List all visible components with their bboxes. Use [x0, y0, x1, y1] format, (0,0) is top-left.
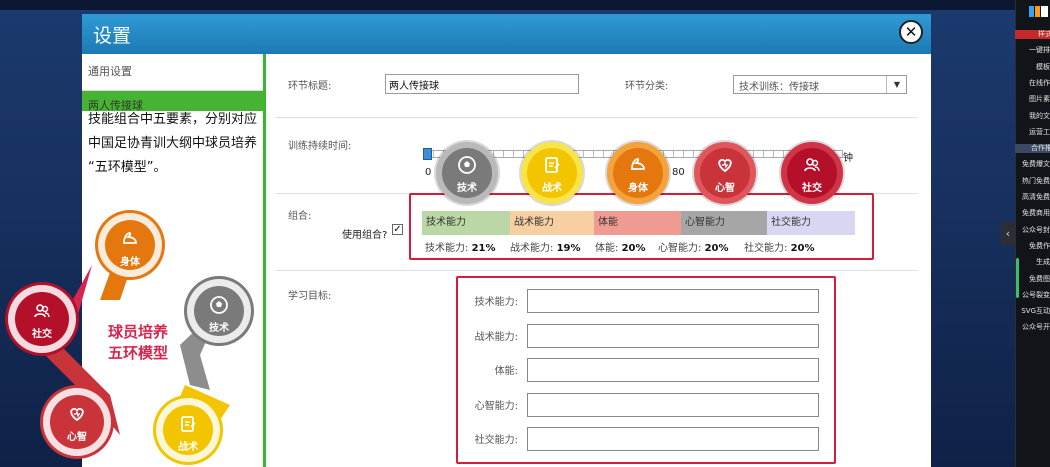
form-divider	[275, 117, 918, 118]
sidebar-item[interactable]: 热门免费	[1015, 177, 1050, 186]
annotation-text: 技能组合中五要素，分别对应 中国足协青训大纲中球员培养 “五环模型”。	[88, 108, 288, 180]
sidebar-item[interactable]: 免费爆文	[1015, 160, 1050, 169]
sidebar-item[interactable]: 高清免费	[1015, 193, 1050, 202]
use-combo-label: 使用组合?	[342, 230, 388, 241]
ball-icon	[194, 295, 244, 319]
element-circle-label: 技术	[457, 183, 477, 194]
chevron-down-icon[interactable]: ▼	[886, 76, 907, 93]
sidebar-item[interactable]: 我的文	[1015, 112, 1050, 121]
model-node: 身体	[98, 213, 162, 277]
title-input[interactable]: 两人传接球	[385, 74, 579, 94]
close-button[interactable]: ✕	[899, 20, 923, 44]
category-label: 环节分类:	[625, 81, 669, 92]
dialog-header	[82, 14, 931, 54]
sidebar-item[interactable]: 样式	[1015, 30, 1050, 39]
title-label: 环节标题:	[288, 81, 332, 92]
element-circle-label: 心智	[715, 183, 735, 194]
ball-icon	[442, 155, 492, 179]
dialog-title: 设置	[93, 25, 132, 47]
nav-item-general[interactable]: 通用设置	[88, 63, 132, 79]
sidebar-item[interactable]: 模板	[1015, 63, 1050, 72]
sidebar-scrollbar[interactable]	[1016, 258, 1019, 298]
element-circle-label: 战术	[542, 183, 562, 194]
duration-label: 训练持续时间:	[288, 141, 352, 152]
model-node: 战术	[156, 398, 220, 462]
element-circle-label: 身体	[628, 183, 648, 194]
slider-unit-label: 钟	[843, 153, 853, 164]
form-divider	[275, 270, 918, 271]
sidebar-item[interactable]: 公众号开	[1015, 323, 1050, 332]
people-icon	[787, 155, 837, 179]
slider-mid-label: 80	[672, 167, 685, 178]
sidebar-item[interactable]: 生成	[1015, 258, 1050, 267]
model-node: 心智	[43, 388, 111, 456]
model-title: 球员培养 五环模型	[98, 322, 178, 364]
goals-highlight-box	[456, 276, 836, 464]
element-circle: 战术	[521, 142, 583, 204]
model-title-line-1: 球员培养	[107, 323, 168, 341]
model-node-label: 战术	[178, 442, 198, 453]
annotation-line-3: “五环模型”。	[88, 160, 167, 175]
model-node: 社交	[8, 285, 76, 353]
model-node-label: 心智	[67, 432, 87, 443]
model-node-label: 技术	[209, 323, 229, 334]
sidebar-item[interactable]: 合作推	[1015, 144, 1050, 154]
annotation-line-2: 中国足协青训大纲中球员培养	[88, 136, 258, 151]
sidebar-item[interactable]: 公众号封	[1015, 226, 1050, 235]
goals-label: 学习目标:	[288, 291, 332, 302]
desktop-top-strip	[0, 0, 1015, 10]
sidebar-item[interactable]: 图片素	[1015, 95, 1050, 104]
sidebar-collapse-button[interactable]: ‹	[1001, 222, 1015, 246]
heart-icon	[50, 404, 104, 428]
muscle-icon	[105, 229, 155, 253]
sidebar-item[interactable]: 免费商用	[1015, 209, 1050, 218]
use-combo-checkbox[interactable]: ✓	[392, 224, 403, 235]
sidebar-item[interactable]: SVG互动	[1015, 307, 1050, 316]
sidebar-item[interactable]: 一键排	[1015, 46, 1050, 55]
model-node: 技术	[187, 279, 251, 343]
element-circle: 社交	[781, 142, 843, 204]
category-select[interactable]: 技术训练：传接球	[733, 75, 907, 94]
model-node-label: 社交	[32, 329, 52, 340]
sidebar-item[interactable]: 运营工	[1015, 128, 1050, 137]
element-circle: 技术	[436, 142, 498, 204]
element-circle: 心智	[694, 142, 756, 204]
tactics-icon	[527, 155, 577, 179]
people-icon	[15, 301, 69, 325]
slider-handle[interactable]	[423, 148, 432, 160]
sidebar-item[interactable]: 免费作	[1015, 242, 1050, 251]
model-title-line-2: 五环模型	[107, 344, 168, 362]
logo-icon	[1029, 6, 1048, 17]
tactics-icon	[163, 414, 213, 438]
element-circle-label: 社交	[802, 183, 822, 194]
slider-min-label: 0	[425, 167, 432, 178]
combo-label: 组合:	[288, 211, 312, 222]
sidebar-item[interactable]: 公号裂变	[1015, 291, 1050, 300]
heart-icon	[700, 155, 750, 179]
muscle-icon	[613, 155, 663, 179]
model-node-label: 身体	[120, 257, 140, 268]
sidebar-item[interactable]: 免费图	[1015, 275, 1050, 284]
annotation-line-1: 技能组合中五要素，分别对应	[88, 112, 258, 127]
close-icon: ✕	[904, 23, 918, 41]
sidebar-item[interactable]: 在线作	[1015, 79, 1050, 88]
element-circle: 身体	[607, 142, 669, 204]
